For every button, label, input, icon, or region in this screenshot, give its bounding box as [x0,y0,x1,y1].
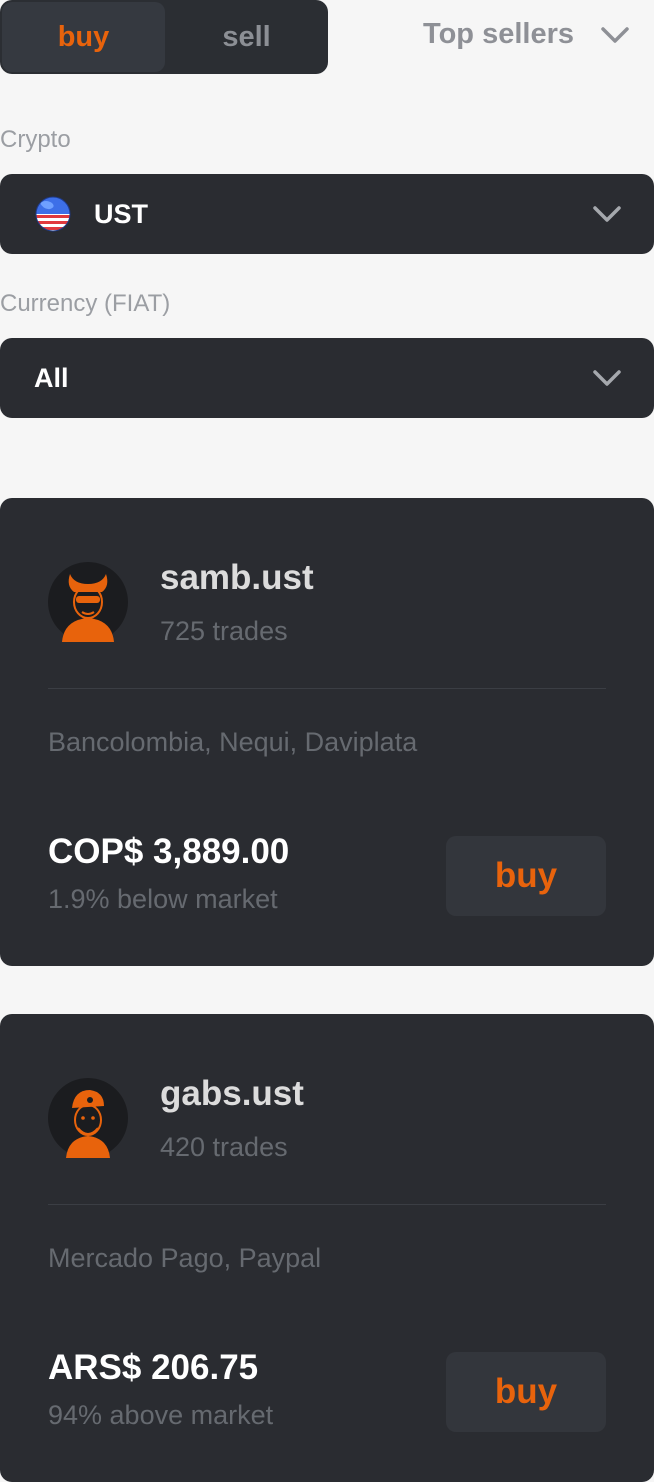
currency-value: All [34,362,69,393]
crypto-select[interactable]: UST [0,174,654,254]
ust-flag-globe-icon [35,196,71,232]
sort-dropdown[interactable]: Top sellers [423,18,630,51]
market-diff: 1.9% below market [48,884,278,914]
buy-sell-toggle: buy sell [0,0,328,74]
offer-price: ARS$ 206.75 [48,1348,259,1387]
chevron-down-icon [593,370,621,386]
payment-methods: Bancolombia, Nequi, Daviplata [48,727,418,757]
payment-methods: Mercado Pago, Paypal [48,1243,322,1273]
divider [48,688,606,689]
trade-count: 725 trades [160,616,288,646]
sort-label: Top sellers [423,18,574,50]
buy-button[interactable]: buy [446,836,606,916]
chevron-down-icon [593,206,621,222]
offer-card: gabs.ust 420 trades Mercado Pago, Paypal… [0,1014,654,1482]
buy-button[interactable]: buy [446,1352,606,1432]
currency-label: Currency (FIAT) [0,290,171,317]
offer-card: samb.ust 725 trades Bancolombia, Nequi, … [0,498,654,966]
market-diff: 94% above market [48,1400,274,1430]
buy-tab[interactable]: buy [2,2,165,72]
sell-tab[interactable]: sell [165,2,328,72]
chevron-down-icon [601,26,629,43]
bull-avatar-icon [48,562,128,642]
offer-price: COP$ 3,889.00 [48,832,290,871]
currency-select[interactable]: All [0,338,654,418]
trade-count: 420 trades [160,1132,288,1162]
crypto-label: Crypto [0,126,71,153]
crypto-value: UST [94,198,148,229]
seller-name[interactable]: gabs.ust [160,1074,304,1114]
divider [48,1204,606,1205]
cap-avatar-icon [48,1078,128,1158]
seller-name[interactable]: samb.ust [160,558,314,598]
